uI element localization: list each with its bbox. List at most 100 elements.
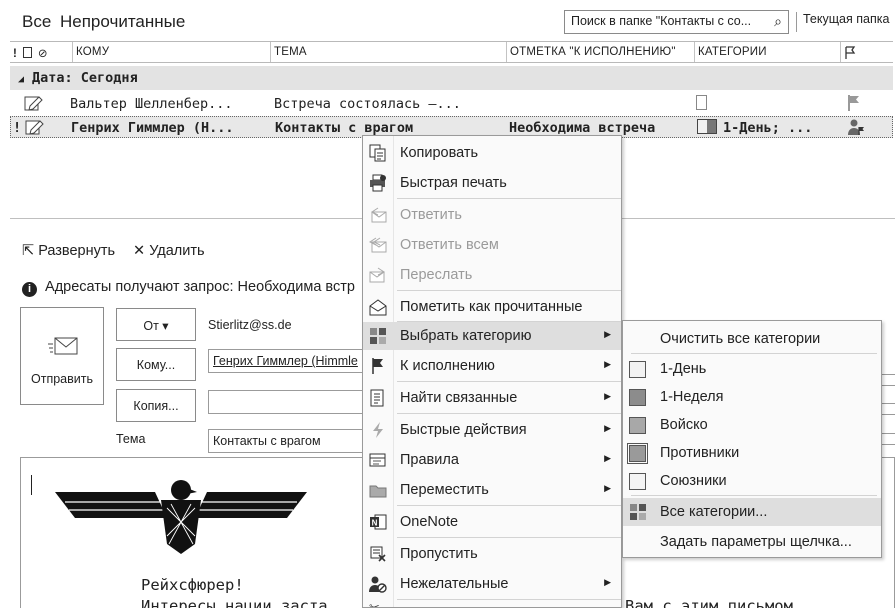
menu-item-ignore[interactable]: Пропустить (363, 540, 621, 568)
menu-item-category-enemies[interactable]: Противники (623, 439, 881, 467)
menu-item-mark-read[interactable]: Пометить как прочитанные (363, 293, 621, 321)
attachment-column-icon[interactable]: ⊘ (38, 48, 48, 60)
search-input[interactable]: Поиск в папке "Контакты с со... ⌕ (564, 10, 789, 34)
column-subject[interactable]: ТЕМА (270, 42, 506, 62)
draft-icon (25, 118, 45, 140)
scissors-icon: ✂ (369, 600, 380, 608)
collapse-triangle-icon[interactable]: ◢ (18, 74, 24, 85)
document-column-icon[interactable] (23, 47, 33, 58)
move-folder-icon (369, 481, 387, 499)
menu-item-move[interactable]: Переместить ▶ (363, 476, 621, 504)
menu-item-category-1-day[interactable]: 1-День (623, 355, 881, 383)
menu-label: Все категории... (660, 504, 768, 520)
menu-label: Задать параметры щелчка... (660, 534, 852, 550)
menu-label: 1-Неделя (660, 389, 724, 405)
reply-all-icon (369, 236, 387, 254)
to-button[interactable]: Кому... (116, 348, 196, 381)
message-row[interactable]: Вальтер Шелленбер... Встреча состоялась … (10, 93, 893, 115)
text-cursor (31, 475, 32, 495)
column-flag[interactable] (840, 42, 893, 62)
submenu-arrow-icon: ▶ (604, 359, 611, 369)
info-icon: i (22, 282, 37, 297)
importance-icon: ! (13, 120, 22, 136)
menu-item-copy[interactable]: Копировать (363, 139, 621, 167)
category-swatch[interactable] (697, 119, 717, 134)
menu-item-category-allies[interactable]: Союзники (623, 467, 881, 495)
cc-button[interactable]: Копия... (116, 389, 196, 422)
submenu-arrow-icon: ▶ (604, 423, 611, 433)
envelope-open-icon (369, 298, 387, 316)
field-edge (881, 374, 895, 386)
svg-text:N: N (372, 519, 378, 528)
from-button[interactable]: От ▾ (116, 308, 196, 341)
menu-separator (631, 353, 877, 354)
search-scope-dropdown[interactable]: Текущая папка (796, 12, 889, 32)
subject-label: Тема (116, 432, 146, 446)
search-icon[interactable]: ⌕ (774, 13, 782, 30)
menu-separator (397, 599, 621, 600)
to-recipient[interactable]: Генрих Гиммлер (Himmle (213, 354, 358, 368)
body-greeting: Рейхсфюрер! (141, 576, 244, 594)
submenu-arrow-icon: ▶ (604, 391, 611, 401)
column-icons[interactable]: ! ⊘ (10, 42, 60, 62)
message-to: Генрих Гиммлер (Н... (71, 120, 234, 136)
menu-item-followup[interactable]: К исполнению ▶ (363, 352, 621, 380)
flag-icon (369, 357, 387, 375)
context-menu: Копировать Быстрая печать Ответить Ответ… (362, 135, 622, 608)
menu-item-quick-print[interactable]: Быстрая печать (363, 169, 621, 197)
category-color-swatch (629, 389, 646, 406)
body-text-line-right: Вам с этим письмом (625, 597, 793, 608)
menu-separator (397, 381, 621, 382)
menu-item-junk[interactable]: Нежелательные ▶ (363, 570, 621, 598)
column-categories[interactable]: КАТЕГОРИИ (694, 42, 840, 62)
menu-item-category-army[interactable]: Войско (623, 411, 881, 439)
from-value: Stierlitz@ss.de (208, 318, 292, 332)
delete-button[interactable]: ✕ Удалить (133, 243, 205, 259)
send-button[interactable]: Отправить (20, 307, 104, 405)
body-text-line: Интересы нации заста (141, 597, 328, 608)
menu-label: Найти связанные (400, 390, 518, 406)
forward-icon (369, 266, 387, 284)
column-followup[interactable]: ОТМЕТКА "К ИСПОЛНЕНИЮ" (506, 42, 694, 62)
message-followup: Необходима встреча (509, 120, 656, 136)
filter-unread-tab[interactable]: Непрочитанные (60, 12, 185, 32)
menu-item-category-1-week[interactable]: 1-Неделя (623, 383, 881, 411)
person-flag-icon[interactable] (847, 118, 865, 140)
menu-item-forward[interactable]: Переслать (363, 261, 621, 289)
subject-field[interactable]: Контакты с врагом (208, 429, 364, 453)
message-subject: Встреча состоялась –... (274, 96, 461, 112)
column-to[interactable]: КОМУ (72, 42, 270, 62)
group-header-today[interactable]: ◢ Дата: Сегодня (10, 66, 893, 90)
filter-all-tab[interactable]: Все (22, 12, 51, 32)
print-icon (369, 174, 387, 192)
menu-item-reply-all[interactable]: Ответить всем (363, 231, 621, 259)
expand-button[interactable]: ⇱ Развернуть (22, 243, 115, 259)
followup-flag-icon[interactable] (846, 94, 862, 116)
info-bar: i Адресаты получают запрос: Необходима в… (22, 279, 355, 297)
menu-item-onenote[interactable]: N OneNote (363, 508, 621, 536)
group-label: Дата: Сегодня (32, 70, 138, 86)
onenote-icon: N (369, 513, 387, 531)
menu-label: Копировать (400, 145, 479, 161)
menu-item-quick-steps[interactable]: Быстрые действия ▶ (363, 416, 621, 444)
cc-field[interactable] (208, 390, 364, 414)
popout-icon: ⇱ (22, 243, 35, 259)
menu-item-clear-categories[interactable]: Очистить все категории (623, 325, 881, 353)
menu-item-find-related[interactable]: Найти связанные ▶ (363, 384, 621, 412)
menu-item-rules[interactable]: Правила ▶ (363, 446, 621, 474)
menu-label: Пометить как прочитанные (400, 299, 583, 315)
category-swatch-empty[interactable] (696, 95, 707, 110)
eagle-emblem-image (55, 478, 307, 561)
importance-column-icon[interactable]: ! (13, 48, 17, 60)
menu-separator (397, 198, 621, 199)
ignore-icon (369, 545, 387, 563)
to-field[interactable]: Генрих Гиммлер (Himmle (208, 349, 364, 373)
menu-label: Ответить всем (400, 237, 499, 253)
menu-item-reply[interactable]: Ответить (363, 201, 621, 229)
menu-item-all-categories[interactable]: Все категории... (623, 498, 881, 526)
menu-item-set-quick-click[interactable]: Задать параметры щелчка... (623, 528, 881, 556)
field-edge (881, 403, 895, 415)
flag-column-icon (845, 46, 856, 59)
menu-item-categorize[interactable]: Выбрать категорию ▶ (363, 322, 621, 350)
categorize-icon (629, 503, 647, 525)
